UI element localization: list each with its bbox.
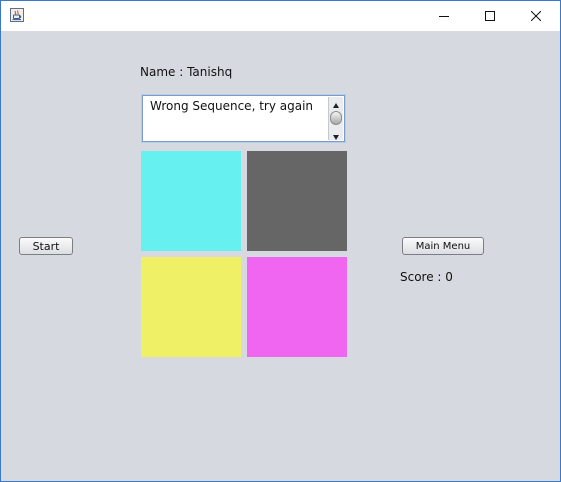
app-window: Name : Tanishq Wrong Sequence, try again… xyxy=(0,0,561,482)
maximize-button[interactable] xyxy=(467,1,513,31)
game-panel: Name : Tanishq Wrong Sequence, try again… xyxy=(1,31,560,481)
message-text: Wrong Sequence, try again xyxy=(150,99,314,113)
title-bar[interactable] xyxy=(1,1,560,31)
message-scrollbar[interactable] xyxy=(328,97,343,140)
java-app-icon xyxy=(10,8,24,22)
close-button[interactable] xyxy=(513,1,559,31)
tile-magenta[interactable] xyxy=(247,257,347,357)
main-menu-button[interactable]: Main Menu xyxy=(402,237,484,255)
minimize-icon xyxy=(439,16,449,17)
score-label: Score : 0 xyxy=(400,270,453,284)
tile-yellow[interactable] xyxy=(141,257,241,357)
tile-cyan[interactable] xyxy=(141,151,241,251)
minimize-button[interactable] xyxy=(421,1,467,31)
message-text-area[interactable]: Wrong Sequence, try again xyxy=(142,95,345,142)
scroll-up-arrow-icon[interactable] xyxy=(329,97,343,109)
close-icon xyxy=(531,11,541,21)
maximize-icon xyxy=(485,11,495,21)
scroll-down-arrow-icon[interactable] xyxy=(329,128,343,140)
player-name-label: Name : Tanishq xyxy=(140,65,233,79)
tile-gray[interactable] xyxy=(247,151,347,251)
scroll-thumb[interactable] xyxy=(330,111,342,125)
start-button[interactable]: Start xyxy=(19,237,73,255)
